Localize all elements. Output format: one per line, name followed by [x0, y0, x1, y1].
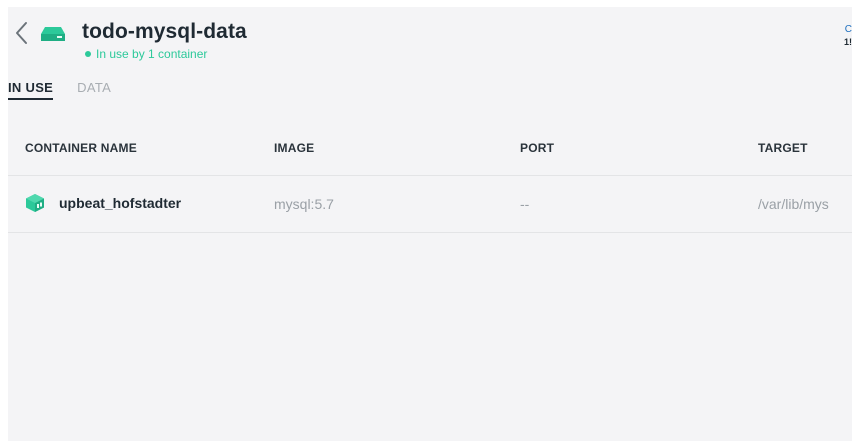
status-badge: In use by 1 container	[85, 47, 207, 61]
corner-info-line2: 1!	[843, 37, 852, 47]
table-row[interactable]: upbeat_hofstadter mysql:5.7 -- /var/lib/…	[8, 176, 852, 233]
status-dot-icon	[85, 51, 91, 57]
table-header: CONTAINER NAME IMAGE PORT TARGET	[8, 123, 852, 176]
container-icon	[26, 194, 44, 212]
column-header-target[interactable]: TARGET	[758, 141, 808, 155]
target-cell: /var/lib/mys	[758, 196, 829, 212]
container-name-cell[interactable]: upbeat_hofstadter	[25, 193, 181, 213]
tab-bar: IN USE DATA	[8, 80, 135, 100]
column-header-image[interactable]: IMAGE	[274, 141, 314, 155]
port-cell: --	[520, 196, 530, 212]
volume-icon	[41, 27, 65, 41]
corner-info: C 1!	[840, 24, 852, 48]
tab-data[interactable]: DATA	[77, 80, 111, 100]
column-header-port[interactable]: PORT	[520, 141, 554, 155]
status-text: In use by 1 container	[96, 47, 208, 61]
back-chevron-icon[interactable]	[12, 20, 32, 46]
image-cell: mysql:5.7	[274, 196, 334, 212]
containers-table: CONTAINER NAME IMAGE PORT TARGET upbeat_…	[8, 123, 852, 233]
corner-info-line1: C	[844, 24, 852, 35]
container-name[interactable]: upbeat_hofstadter	[59, 195, 181, 211]
column-header-container-name[interactable]: CONTAINER NAME	[25, 141, 137, 155]
tab-in-use[interactable]: IN USE	[8, 80, 54, 100]
page-title: todo-mysql-data	[82, 20, 247, 43]
volume-detail-panel: todo-mysql-data In use by 1 container C …	[8, 7, 852, 441]
